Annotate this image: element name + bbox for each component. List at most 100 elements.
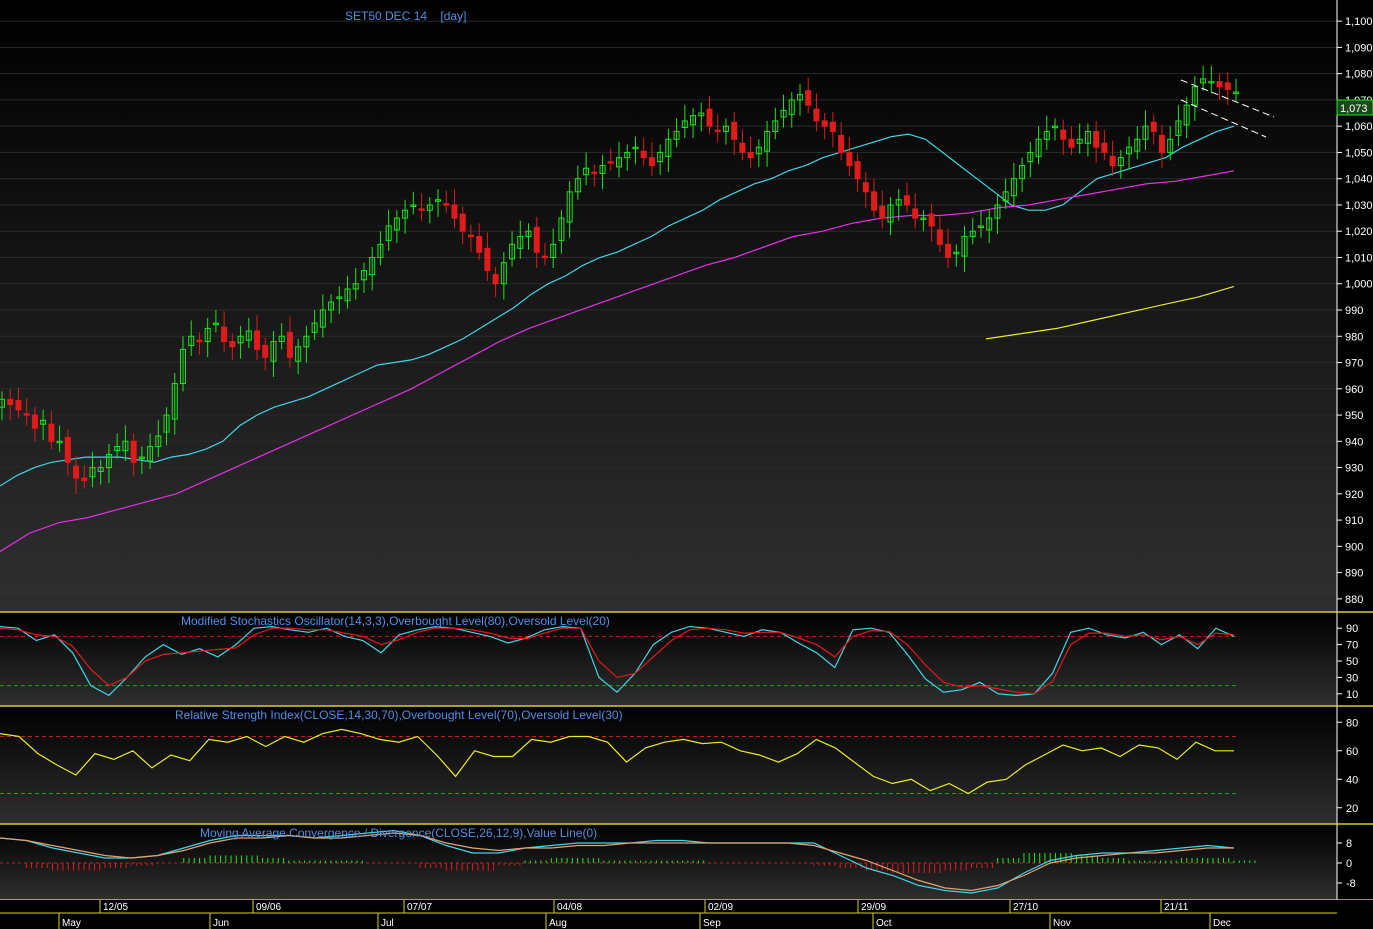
date-label: 21/11 bbox=[1164, 902, 1189, 913]
trading-chart[interactable]: 1,1001,0901,0801,0701,0601,0501,0401,030… bbox=[0, 0, 1373, 929]
price-tick-label: 1,030 bbox=[1345, 200, 1373, 212]
candle-body bbox=[607, 161, 614, 164]
price-panel[interactable] bbox=[0, 0, 1337, 612]
month-label: Sep bbox=[703, 918, 721, 929]
candle-body bbox=[640, 150, 647, 159]
rsi-tick-label: 20 bbox=[1346, 803, 1358, 815]
stochastic-tick-label: 90 bbox=[1346, 623, 1358, 635]
candle-body bbox=[443, 203, 450, 206]
month-label: May bbox=[62, 918, 81, 929]
candle-body bbox=[805, 90, 812, 106]
candle-body bbox=[492, 274, 499, 285]
candle-body bbox=[254, 330, 261, 350]
candle-body bbox=[286, 331, 293, 358]
candle-body bbox=[31, 414, 38, 429]
price-tick-label: 890 bbox=[1345, 568, 1363, 580]
price-tick-label: 1,100 bbox=[1345, 16, 1373, 28]
candle-body bbox=[73, 465, 80, 479]
candle-body bbox=[130, 440, 137, 463]
date-label: 09/06 bbox=[256, 902, 281, 913]
candle-body bbox=[1068, 138, 1075, 148]
candle-body bbox=[541, 255, 548, 259]
price-tick-label: 950 bbox=[1345, 410, 1363, 422]
candle-body bbox=[591, 171, 598, 175]
stochastic-axis: 90 70 50 30 10 bbox=[1336, 612, 1373, 706]
month-label: Aug bbox=[549, 918, 567, 929]
macd-tick-label: -8 bbox=[1346, 878, 1356, 890]
candle-body bbox=[48, 423, 55, 442]
rsi-axis: 80 60 40 20 bbox=[1336, 706, 1373, 824]
price-tick-label: 1,080 bbox=[1345, 69, 1373, 81]
candle-body bbox=[418, 208, 425, 211]
price-tick-label: 930 bbox=[1345, 463, 1363, 475]
candle-body bbox=[1109, 155, 1116, 167]
candle-body bbox=[15, 400, 22, 411]
month-label: Jul bbox=[381, 918, 394, 929]
stochastic-tick-label: 50 bbox=[1346, 656, 1358, 668]
candle-body bbox=[221, 326, 228, 343]
candle-body bbox=[854, 161, 861, 180]
candle-body bbox=[1150, 121, 1157, 132]
candle-body bbox=[533, 226, 540, 253]
candle-body bbox=[476, 235, 483, 253]
candle-body bbox=[459, 213, 466, 232]
candle-body bbox=[1224, 82, 1231, 90]
date-label: 02/09 bbox=[708, 902, 733, 913]
date-label: 12/05 bbox=[103, 902, 128, 913]
macd-tick-label: 8 bbox=[1346, 838, 1352, 850]
price-tick-label: 980 bbox=[1345, 331, 1363, 343]
candle-body bbox=[903, 195, 910, 206]
price-tick-label: 920 bbox=[1345, 489, 1363, 501]
candle-body bbox=[706, 108, 713, 127]
last-price-label: 1,073 bbox=[1340, 103, 1368, 115]
rsi-tick-label: 80 bbox=[1346, 717, 1358, 729]
price-tick-label: 1,040 bbox=[1345, 174, 1373, 186]
candle-body bbox=[813, 108, 820, 122]
price-tick-label: 910 bbox=[1345, 515, 1363, 527]
stochastic-tick-label: 30 bbox=[1346, 672, 1358, 684]
month-label: Dec bbox=[1213, 918, 1231, 929]
date-label: 04/08 bbox=[557, 902, 582, 913]
candle-body bbox=[1101, 142, 1108, 153]
candle-body bbox=[928, 213, 935, 227]
candle-body bbox=[229, 341, 236, 348]
candle-body bbox=[1216, 81, 1223, 88]
stochastic-tick-label: 10 bbox=[1346, 689, 1358, 701]
candle-body bbox=[64, 436, 71, 463]
candle-body bbox=[467, 234, 474, 238]
candle-body bbox=[23, 413, 30, 416]
candle-body bbox=[731, 121, 738, 140]
price-tick-label: 990 bbox=[1345, 305, 1363, 317]
price-tick-label: 1,020 bbox=[1345, 226, 1373, 238]
month-label: Jun bbox=[213, 918, 229, 929]
price-axis[interactable]: 1,1001,0901,0801,0701,0601,0501,0401,030… bbox=[1336, 0, 1373, 612]
price-tick-label: 900 bbox=[1345, 541, 1363, 553]
candle-body bbox=[81, 477, 88, 482]
candle-body bbox=[648, 157, 655, 167]
candle-body bbox=[1158, 134, 1165, 153]
price-tick-label: 1,060 bbox=[1345, 121, 1373, 133]
rsi-title: Relative Strength Index(CLOSE,14,30,70),… bbox=[175, 708, 623, 722]
candle-body bbox=[879, 205, 886, 219]
candle-body bbox=[838, 134, 845, 153]
candle-body bbox=[484, 247, 491, 272]
candle-body bbox=[451, 204, 458, 219]
date-label: 07/07 bbox=[407, 902, 432, 913]
rsi-tick-label: 60 bbox=[1346, 746, 1358, 758]
macd-tick-label: 0 bbox=[1346, 858, 1352, 870]
chart-title: SET50 DEC 14 [day] bbox=[345, 9, 466, 23]
stochastic-tick-label: 70 bbox=[1346, 640, 1358, 652]
price-tick-label: 880 bbox=[1345, 594, 1363, 606]
candle-body bbox=[862, 182, 869, 193]
candle-body bbox=[846, 151, 853, 167]
rsi-panel[interactable] bbox=[0, 706, 1337, 824]
candle-body bbox=[871, 191, 878, 211]
chart-interval: [day] bbox=[440, 9, 467, 23]
candle-body bbox=[821, 120, 828, 127]
candle-body bbox=[739, 142, 746, 153]
macd-title: Moving Average Convergence / Divergence(… bbox=[200, 826, 598, 840]
candle-body bbox=[196, 339, 203, 343]
date-axis[interactable]: 12/05 09/06 07/07 04/08 02/09 29/09 27/10 21/11… bbox=[0, 900, 1373, 929]
price-tick-label: 1,010 bbox=[1345, 252, 1373, 264]
chart-symbol: SET50 DEC 14 bbox=[345, 9, 428, 23]
